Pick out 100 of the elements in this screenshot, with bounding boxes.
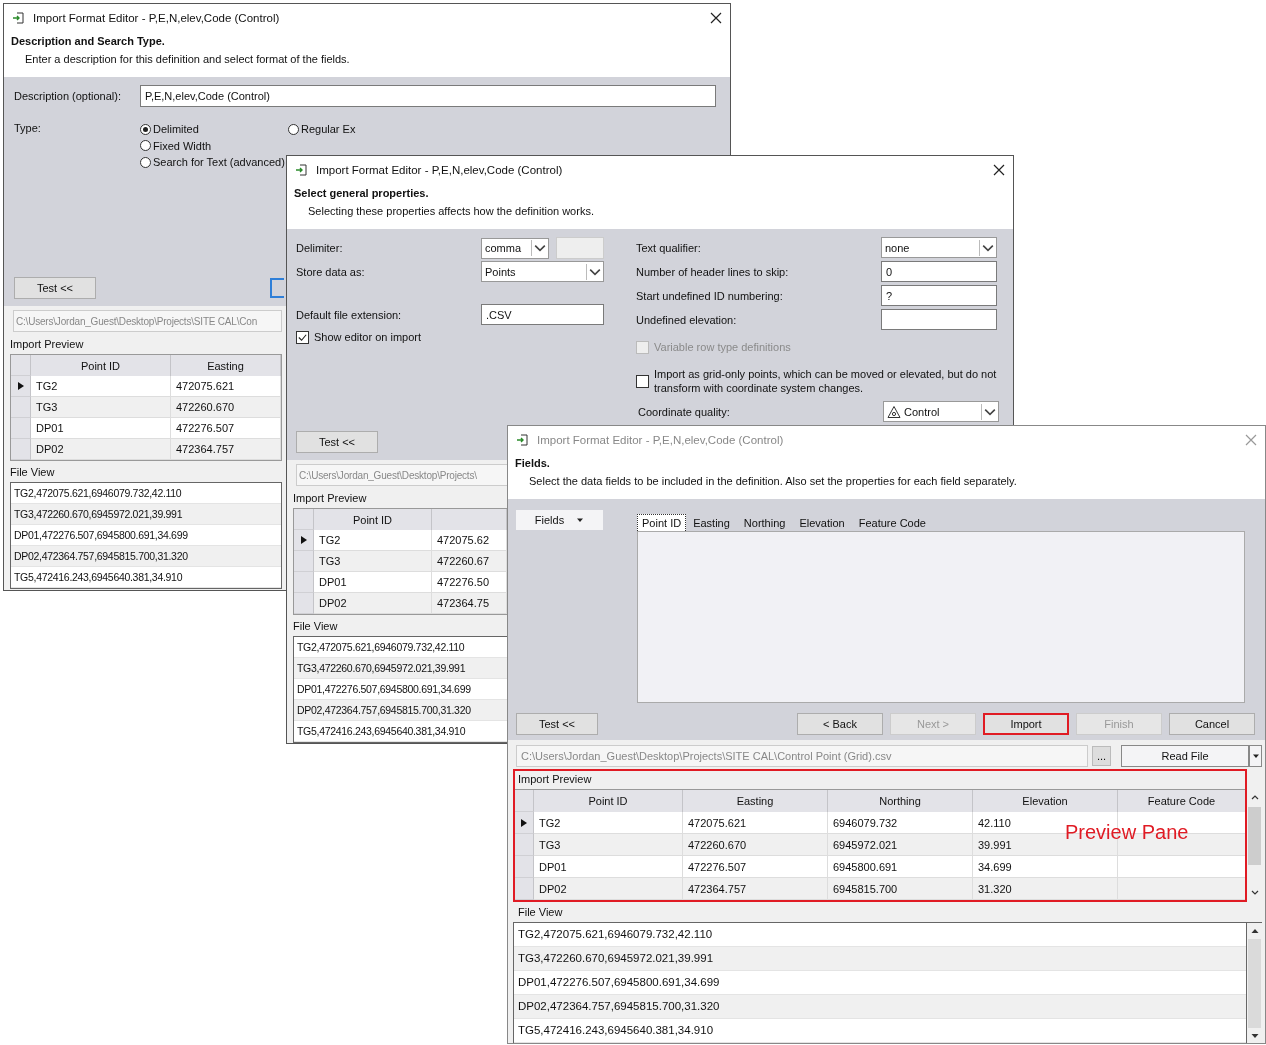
dropdown[interactable]: Control: [883, 401, 999, 422]
scroll-down-icon[interactable]: [1249, 889, 1260, 897]
radio-option[interactable]: Search for Text (advanced): [140, 154, 288, 171]
table-cell: TG3: [31, 397, 171, 418]
row-header[interactable]: [11, 376, 31, 397]
radio-option[interactable]: Delimited: [140, 121, 288, 138]
caret-icon: [1251, 752, 1260, 760]
checkbox[interactable]: [296, 330, 309, 344]
table-cell: 472364.75: [432, 593, 507, 614]
column-header[interactable]: Easting: [171, 355, 281, 376]
group-label: File View: [293, 619, 339, 633]
caret-icon: [586, 263, 603, 280]
partial-button[interactable]: [270, 278, 284, 298]
tab[interactable]: Feature Code: [851, 515, 933, 531]
tab[interactable]: Easting: [686, 515, 737, 531]
scrollbar-thumb[interactable]: [1248, 939, 1261, 1028]
current-row-icon: [520, 818, 527, 827]
input-field[interactable]: ?: [881, 285, 997, 306]
checkbox[interactable]: [636, 374, 649, 388]
field-label: Number of header lines to skip:: [636, 265, 790, 278]
window-title: Import Format Editor - P,E,N,elev,Code (Control): [33, 11, 281, 24]
step-heading: Select general properties.: [294, 187, 430, 199]
scroll-up-icon[interactable]: [1249, 927, 1260, 935]
scroll-up-icon[interactable]: [1249, 793, 1260, 801]
column-header[interactable]: Northing: [828, 790, 973, 812]
file-line: TG5,472416.243,6945640.381,34.910: [514, 1019, 1246, 1043]
test-button[interactable]: Test <<: [14, 277, 96, 299]
column-header[interactable]: Easting: [683, 790, 828, 812]
table-cell: 31.320: [973, 878, 1118, 900]
column-header[interactable]: Feature Code: [1118, 790, 1246, 812]
step-heading: Fields.: [515, 457, 551, 469]
input-field[interactable]: 0: [881, 261, 997, 282]
column-header[interactable]: Point ID: [31, 355, 171, 376]
import-icon: [516, 433, 528, 446]
dropdown[interactable]: none: [881, 237, 997, 258]
dropdown-arrow-button[interactable]: [1249, 745, 1262, 767]
wizard-button[interactable]: Import: [983, 713, 1069, 735]
field-label: Default file extension:: [296, 308, 403, 321]
description-field[interactable]: P,E,N,elev,Code (Control): [140, 85, 716, 107]
scroll-down-icon[interactable]: [1249, 1032, 1260, 1040]
table-cell: DP02: [314, 593, 432, 614]
input-field[interactable]: .CSV: [481, 304, 604, 325]
table-cell: DP02: [534, 878, 683, 900]
field-label: Undefined elevation:: [636, 313, 738, 326]
step-description: Selecting these properties affects how the definition works.: [307, 205, 595, 217]
table-cell: 472364.757: [683, 878, 828, 900]
wizard-button[interactable]: Cancel: [1169, 713, 1255, 735]
group-label: File View: [518, 905, 564, 919]
column-header[interactable]: Point ID: [534, 790, 683, 812]
column-header[interactable]: Elevation: [973, 790, 1118, 812]
group-label: Import Preview: [518, 772, 593, 786]
table-cell: TG3: [534, 834, 683, 856]
group-label: Import Preview: [10, 337, 85, 351]
browse-button[interactable]: ...: [1092, 746, 1111, 766]
row-header[interactable]: [514, 812, 534, 834]
step-description: Select the data fields to be included in the definition. Also set the properties for each field separately.: [528, 475, 1018, 487]
checkbox-label: Show editor on import: [314, 330, 421, 344]
close-icon[interactable]: [993, 163, 1005, 176]
radio-option[interactable]: Regular Ex: [288, 121, 356, 138]
group-label: File View: [10, 465, 56, 479]
file-line: TG5,472416.243,6945640.381,34.910: [294, 721, 507, 742]
tab[interactable]: Point ID: [637, 514, 687, 531]
tab[interactable]: Elevation: [792, 515, 852, 531]
tab[interactable]: Northing: [736, 515, 793, 531]
table-cell: TG3: [314, 551, 432, 572]
scrollbar-thumb[interactable]: [1248, 807, 1261, 865]
import-icon: [12, 11, 24, 24]
dropdown[interactable]: Points: [481, 261, 604, 282]
file-line: TG5,472416.243,6945640.381,34.910: [11, 567, 281, 588]
current-row-icon: [300, 536, 307, 544]
field-label: Description (optional):: [14, 90, 122, 102]
test-button[interactable]: Test <<: [296, 431, 378, 453]
control-point-icon: [887, 404, 901, 419]
test-button[interactable]: Test <<: [516, 713, 598, 735]
caret-icon: [576, 516, 585, 524]
row-header[interactable]: [294, 530, 314, 551]
caret-icon: [981, 403, 998, 420]
close-icon[interactable]: [710, 11, 722, 24]
table-cell: 472260.670: [683, 834, 828, 856]
read-file-button[interactable]: Read File: [1121, 745, 1249, 767]
dropdown[interactable]: comma: [481, 237, 549, 259]
table-cell: 472260.670: [171, 397, 281, 418]
caret-icon: [979, 239, 996, 256]
input-field[interactable]: [881, 309, 997, 330]
fields-menu-button[interactable]: Fields: [516, 510, 603, 530]
table-cell: 472260.67: [432, 551, 507, 572]
table-cell: DP02: [31, 439, 171, 460]
field-label: Text qualifier:: [636, 241, 702, 254]
step-heading: Description and Search Type.: [11, 35, 166, 47]
table-cell: 472364.757: [171, 439, 281, 460]
current-row-icon: [17, 382, 24, 390]
checkbox-label: Variable row type definitions: [654, 340, 791, 354]
table-cell: 6945972.021: [828, 834, 973, 856]
window-title: Import Format Editor - P,E,N,elev,Code (Control): [537, 433, 785, 446]
wizard-button[interactable]: < Back: [797, 713, 883, 735]
input-field[interactable]: [556, 237, 604, 259]
radio-option[interactable]: Fixed Width: [140, 137, 288, 154]
table-cell: 6945815.700: [828, 878, 973, 900]
caret-icon: [531, 240, 548, 256]
field-label: Start undefined ID numbering:: [636, 289, 784, 302]
